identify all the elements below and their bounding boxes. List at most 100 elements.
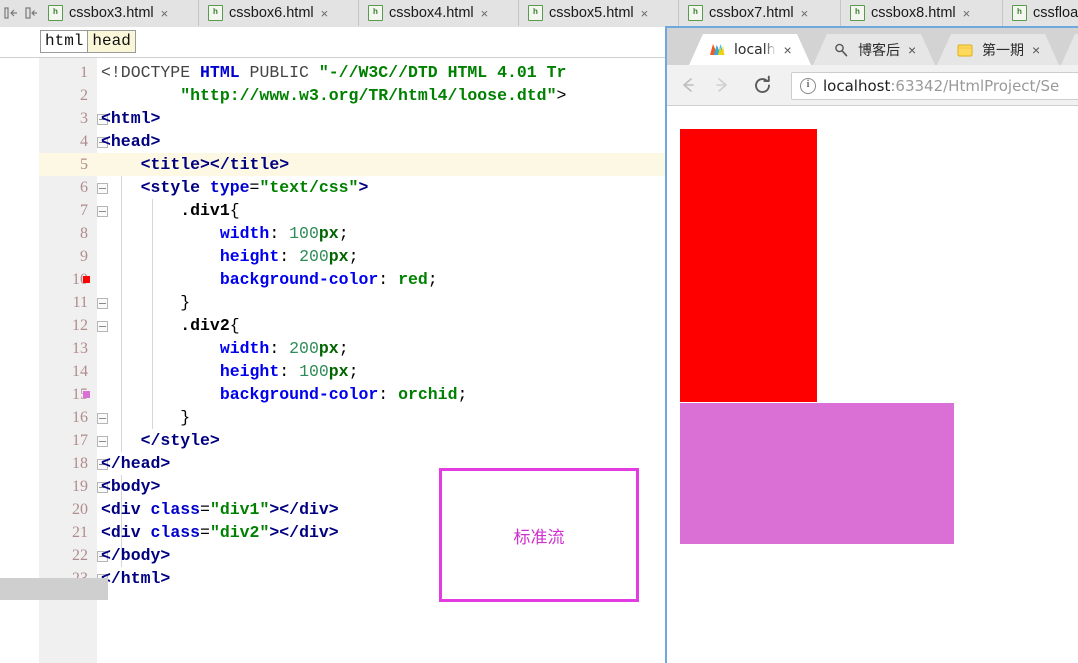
close-icon[interactable]: × <box>641 7 649 20</box>
code-line[interactable]: <html> <box>101 107 160 130</box>
editor-tab-label: cssfloat.html <box>1033 5 1078 21</box>
magnifier-icon <box>833 42 849 58</box>
back-arrow-icon[interactable] <box>675 72 701 98</box>
code-line[interactable]: height: 200px; <box>101 245 359 268</box>
editor-tabs: h cssbox3.html × h cssbox6.html × h cssbox4.htm… <box>39 0 1078 26</box>
browser-tab-shape <box>1061 34 1078 65</box>
close-icon[interactable]: × <box>161 7 169 20</box>
code-line[interactable]: width: 200px; <box>101 337 349 360</box>
code-line[interactable]: <style type="text/css"> <box>101 176 369 199</box>
code-line[interactable]: <title></title> <box>101 153 290 176</box>
forward-arrow-icon[interactable] <box>709 72 735 98</box>
breadcrumb-item-head[interactable]: head <box>88 30 136 53</box>
editor-tab-cssbox3-html[interactable]: h cssbox3.html × <box>39 0 199 26</box>
code-line[interactable]: </head> <box>101 452 170 475</box>
address-bar[interactable]: i localhost:63342/HtmlProject/Se <box>791 72 1078 100</box>
page-box-div2 <box>680 403 954 544</box>
code-line[interactable]: </style> <box>101 429 220 452</box>
code-line[interactable]: "http://www.w3.org/TR/html4/loose.dtd"> <box>101 84 566 107</box>
gutter-color-marker <box>83 391 90 398</box>
close-icon[interactable]: × <box>801 7 809 20</box>
code-line[interactable]: .div1{ <box>101 199 239 222</box>
caret-line-gutter-highlight <box>39 153 97 176</box>
editor-tab-cssbox4-html[interactable]: h cssbox4.html × <box>359 0 519 26</box>
browser-window: localh × 博客后 × 第一期 × i localhost:63342/H… <box>665 26 1078 663</box>
code-line[interactable]: <!DOCTYPE HTML PUBLIC "-//W3C//DTD HTML … <box>101 61 566 84</box>
line-number: 2 <box>80 87 88 104</box>
line-number: 6 <box>80 179 88 196</box>
editor-tab-cssbox7-html[interactable]: h cssbox7.html × <box>679 0 841 26</box>
html-file-icon: h <box>528 5 543 21</box>
line-number: 13 <box>72 340 88 357</box>
editor-tab-tools <box>0 0 40 26</box>
browser-page-content <box>667 106 1078 663</box>
code-line[interactable]: </body> <box>101 544 170 567</box>
split-pane-icon[interactable] <box>3 5 19 21</box>
gutter-color-marker <box>83 276 90 283</box>
editor-tab-label: cssbox5.html <box>549 5 634 21</box>
code-line[interactable]: <div class="div2"></div> <box>101 521 339 544</box>
code-line[interactable]: .div2{ <box>101 314 239 337</box>
line-number: 5 <box>80 156 88 173</box>
breadcrumb-item-html[interactable]: html <box>40 30 89 53</box>
browser-tab-label: 第一期 <box>982 42 1024 59</box>
yellow-folder-icon <box>957 42 973 58</box>
browser-toolbar: i localhost:63342/HtmlProject/Se <box>667 65 1078 106</box>
colorful-app-icon <box>709 42 725 58</box>
code-line[interactable]: </html> <box>101 567 170 590</box>
line-number: 22 <box>72 547 88 564</box>
editor-gutter[interactable]: 1234567891011121314151617181920212223 <box>39 58 98 663</box>
code-line[interactable]: } <box>101 406 190 429</box>
close-icon[interactable]: × <box>908 43 916 57</box>
close-icon[interactable]: × <box>963 7 971 20</box>
address-bar-url: localhost:63342/HtmlProject/Se <box>823 77 1059 95</box>
code-line[interactable]: <body> <box>101 475 160 498</box>
code-line[interactable]: width: 100px; <box>101 222 349 245</box>
horizontal-scroll-nub[interactable] <box>0 578 108 600</box>
editor-tab-label: cssbox8.html <box>871 5 956 21</box>
collapse-pane-icon[interactable] <box>22 5 38 21</box>
line-number: 12 <box>72 317 88 334</box>
browser-tab-2[interactable]: 博客后 × <box>813 34 935 65</box>
code-line[interactable]: } <box>101 291 190 314</box>
breadcrumb-gutter-spacer <box>0 27 39 57</box>
editor-tab-cssbox6-html[interactable]: h cssbox6.html × <box>199 0 359 26</box>
code-line[interactable]: height: 100px; <box>101 360 359 383</box>
page-box-div1 <box>680 129 817 402</box>
code-line[interactable]: <head> <box>101 130 160 153</box>
browser-tab-4[interactable] <box>1061 34 1078 65</box>
reload-icon[interactable] <box>749 72 775 98</box>
close-icon[interactable]: × <box>481 7 489 20</box>
code-line[interactable]: background-color: red; <box>101 268 438 291</box>
annotation-label: 标准流 <box>513 527 565 548</box>
close-icon[interactable]: × <box>1032 43 1040 57</box>
line-number: 21 <box>72 524 88 541</box>
html-file-icon: h <box>208 5 223 21</box>
line-number: 9 <box>80 248 88 265</box>
code-line[interactable]: <div class="div1"></div> <box>101 498 339 521</box>
info-circle-icon[interactable]: i <box>800 78 816 94</box>
url-path: :63342/HtmlProject/Se <box>890 77 1060 95</box>
screen-root: h cssbox3.html × h cssbox6.html × h cssbox4.htm… <box>0 0 1078 663</box>
html-file-icon: h <box>368 5 383 21</box>
close-icon[interactable]: × <box>784 43 792 57</box>
editor-left-margin <box>0 58 39 663</box>
browser-tab-label: 博客后 <box>858 42 900 59</box>
line-number: 7 <box>80 202 88 219</box>
line-number: 11 <box>72 294 88 311</box>
browser-tab-1[interactable]: localh × <box>689 34 811 65</box>
editor-tab-cssfloat-html[interactable]: hcssfloat.html× <box>1003 0 1078 26</box>
editor-tab-label: cssbox7.html <box>709 5 794 21</box>
html-file-icon: h <box>1012 5 1027 21</box>
browser-tab-label: localh <box>734 41 776 58</box>
line-number: 16 <box>72 409 88 426</box>
editor-tab-cssbox5-html[interactable]: h cssbox5.html × <box>519 0 679 26</box>
line-number: 3 <box>80 110 88 127</box>
close-icon[interactable]: × <box>321 7 329 20</box>
line-number: 1 <box>80 64 88 81</box>
browser-tab-3[interactable]: 第一期 × <box>937 34 1059 65</box>
editor-tab-cssbox8-html[interactable]: h cssbox8.html × <box>841 0 1003 26</box>
line-number: 20 <box>72 501 88 518</box>
url-host: localhost <box>823 77 891 95</box>
code-line[interactable]: background-color: orchid; <box>101 383 468 406</box>
